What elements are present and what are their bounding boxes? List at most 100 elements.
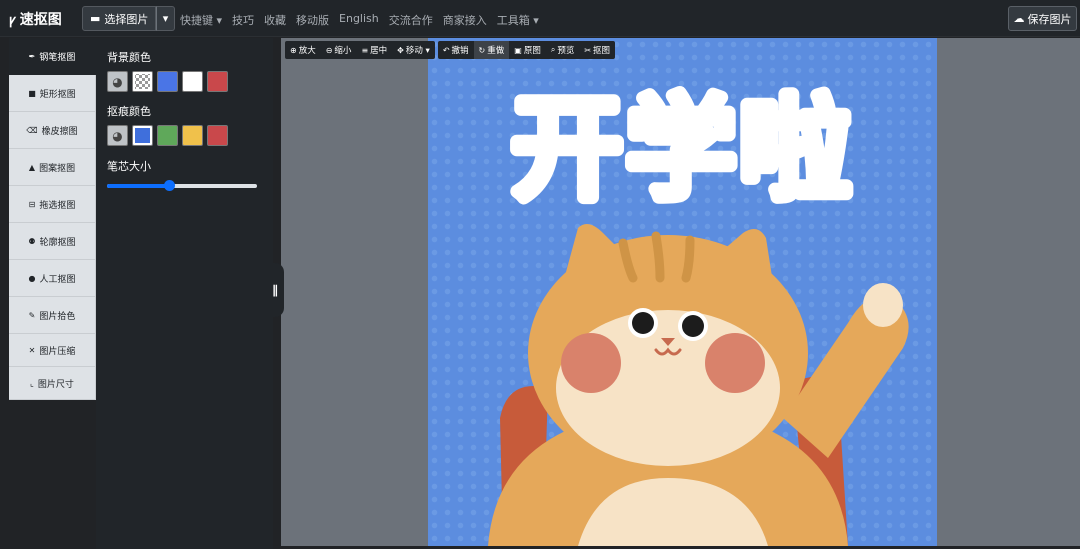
- zoom-in-icon: ⊕: [290, 45, 297, 55]
- tab-drag-select[interactable]: ⊟ 拖选抠图: [9, 186, 96, 223]
- move-button[interactable]: ✥ 移动 ▾: [392, 41, 435, 59]
- folder-icon: ▬: [90, 12, 101, 25]
- shapes-icon: ▲: [28, 162, 36, 172]
- tab-label: 图片压缩: [39, 346, 76, 357]
- trace-color-swatch-blue[interactable]: [132, 125, 153, 146]
- edited-image[interactable]: 开学啦: [428, 38, 937, 546]
- palette-icon: ◕: [112, 74, 123, 89]
- canvas-area[interactable]: 开学啦: [281, 38, 1080, 546]
- crop-icon: ꝩ: [9, 13, 16, 28]
- tab-label: 轮廓抠图: [39, 237, 76, 248]
- zoom-out-button[interactable]: ⊖ 缩小: [321, 41, 357, 59]
- select-image-label: 选择图片: [104, 12, 149, 26]
- cat-stripe: [651, 231, 665, 283]
- pen-icon: ✒: [28, 51, 36, 61]
- background-color-swatch-palette[interactable]: ◕: [107, 71, 128, 92]
- toolbar-label: 预览: [557, 46, 575, 56]
- select-image-dropdown[interactable]: ▾: [156, 6, 175, 31]
- trace-color-swatches: ◕: [107, 125, 228, 146]
- select-image-button[interactable]: ▬ 选择图片: [82, 6, 156, 31]
- tab-label: 橡皮擦图: [41, 126, 78, 137]
- tab-eraser[interactable]: ⌫ 橡皮擦图: [9, 112, 96, 149]
- brush-size-slider-fill: [107, 184, 169, 188]
- undo-button[interactable]: ↶ 撤销: [438, 41, 474, 59]
- trace-color-swatch-green[interactable]: [157, 125, 178, 146]
- tab-rectangle[interactable]: ■ 矩形抠图: [9, 75, 96, 112]
- tab-shapes[interactable]: ▲ 图案抠图: [9, 149, 96, 186]
- search-icon: ⌕: [550, 45, 556, 54]
- trace-color-swatch-palette[interactable]: ◕: [107, 125, 128, 146]
- trace-color-swatch-red[interactable]: [207, 125, 228, 146]
- headline-text: 开学啦: [511, 85, 853, 215]
- brush-size-slider[interactable]: [107, 180, 257, 191]
- background-color-swatch-blue[interactable]: [157, 71, 178, 92]
- brand[interactable]: ꝩ 速抠图: [9, 9, 62, 29]
- panel-collapse-handle[interactable]: ∥: [266, 263, 284, 317]
- save-image-label: 保存图片: [1027, 12, 1072, 26]
- cloud-download-icon: ☁: [1013, 12, 1025, 25]
- tab-robot[interactable]: ⚉ 轮廓抠图: [9, 223, 96, 260]
- tab-eyedropper[interactable]: ✎ 图片拾色: [9, 297, 96, 334]
- tab-label: 人工抠图: [39, 274, 76, 285]
- toolbar-label: 居中: [370, 46, 388, 56]
- top-navbar: ꝩ 速抠图 ▬ 选择图片 ▾ 快捷键 ▾ 技巧 收藏 移动版 English 交…: [0, 0, 1080, 37]
- person-icon: ●: [28, 273, 36, 283]
- toolbar-label: 抠图: [593, 46, 611, 56]
- tab-person[interactable]: ● 人工抠图: [9, 260, 96, 297]
- select-image-group: ▬ 选择图片 ▾: [82, 6, 175, 31]
- scissors-button[interactable]: ✂ 抠图: [579, 41, 615, 59]
- cat-paw-pad: [863, 283, 903, 327]
- tab-ruler[interactable]: ⌞ 图片尺寸: [9, 367, 96, 400]
- undo-icon: ↶: [442, 45, 450, 55]
- toolbar-label: 重做: [487, 46, 505, 56]
- nav-link-tips[interactable]: 技巧: [232, 12, 254, 28]
- tool-tabs: ✒ 钢笔抠图 ■ 矩形抠图 ⌫ 橡皮擦图 ▲ 图案抠图 ⊟ 拖选抠图 ⚉ 轮廓抠图 ● 人工抠图 ✎ 图片拾色…: [9, 38, 96, 400]
- tab-label: 图片尺寸: [37, 379, 74, 390]
- cat-pupil-left: [632, 312, 654, 334]
- nav-link-cooperation[interactable]: 交流合作: [389, 12, 433, 28]
- redo-button[interactable]: ↻ 重做: [473, 41, 510, 59]
- tab-label: 图案抠图: [39, 163, 76, 174]
- canvas-toolbar: ⊕ 放大 ⊖ 缩小 ≡ 居中 ✥ 移动 ▾ ↶ 撤销 ↻ 重做 ▣ 原图 ⌕ 预览 ✂ 抠图: [285, 41, 616, 59]
- nav-link-favorite[interactable]: 收藏: [264, 12, 286, 28]
- nav-link-toolbox[interactable]: 工具箱 ▾: [497, 12, 539, 28]
- view-controls-group: ⊕ 放大 ⊖ 缩小 ≡ 居中 ✥ 移动 ▾: [285, 41, 435, 59]
- nav-link-mobile[interactable]: 移动版: [296, 12, 329, 28]
- align-center-icon: ≡: [361, 45, 369, 55]
- nav-link-shortcuts[interactable]: 快捷键 ▾: [180, 12, 222, 28]
- cat-pupil-right: [682, 315, 704, 337]
- trace-color-label: 抠痕颜色: [107, 105, 151, 118]
- background-color-swatch-transparent[interactable]: [132, 71, 153, 92]
- background-color-swatch-white[interactable]: [182, 71, 203, 92]
- zoom-out-icon: ⊖: [325, 45, 333, 55]
- ruler-icon: ⌞: [30, 378, 34, 388]
- redo-icon: ↻: [478, 45, 486, 55]
- nav-link-english[interactable]: English: [339, 12, 379, 28]
- nav-link-merchant[interactable]: 商家接入: [443, 12, 487, 28]
- tab-compress[interactable]: ✕ 图片压缩: [9, 334, 96, 367]
- scissors-icon: ✂: [584, 45, 592, 55]
- trace-color-swatch-yellow[interactable]: [182, 125, 203, 146]
- zoom-in-button[interactable]: ⊕ 放大: [285, 41, 321, 59]
- brush-size-slider-thumb[interactable]: [163, 180, 175, 191]
- edit-controls-group: ↶ 撤销 ↻ 重做 ▣ 原图 ⌕ 预览 ✂ 抠图: [437, 41, 616, 59]
- toolbar-label: 移动 ▾: [405, 46, 430, 56]
- tab-pen[interactable]: ✒ 钢笔抠图: [9, 38, 96, 75]
- align-center-button[interactable]: ≡ 居中: [356, 41, 392, 59]
- search-button[interactable]: ⌕ 预览: [546, 41, 580, 59]
- pause-icon: ∥: [272, 283, 278, 297]
- image-button[interactable]: ▣ 原图: [509, 41, 546, 59]
- nav-links: 快捷键 ▾ 技巧 收藏 移动版 English 交流合作 商家接入 工具箱 ▾: [180, 12, 549, 28]
- compress-icon: ✕: [28, 345, 36, 355]
- brush-size-label: 笔芯大小: [107, 160, 151, 173]
- tab-label: 拖选抠图: [39, 200, 76, 211]
- eyedropper-icon: ✎: [28, 310, 36, 320]
- toolbar-label: 原图: [523, 46, 541, 56]
- eraser-icon: ⌫: [26, 125, 38, 135]
- cat-cheek-right: [705, 333, 765, 393]
- tab-label: 图片拾色: [39, 311, 76, 322]
- background-color-swatch-red[interactable]: [207, 71, 228, 92]
- app-window: ꝩ 速抠图 ▬ 选择图片 ▾ 快捷键 ▾ 技巧 收藏 移动版 English 交…: [0, 0, 1080, 549]
- save-image-button[interactable]: ☁ 保存图片: [1008, 6, 1077, 31]
- options-panel: 背景颜色 ◕ 抠痕颜色 ◕ 笔芯大小: [96, 38, 273, 549]
